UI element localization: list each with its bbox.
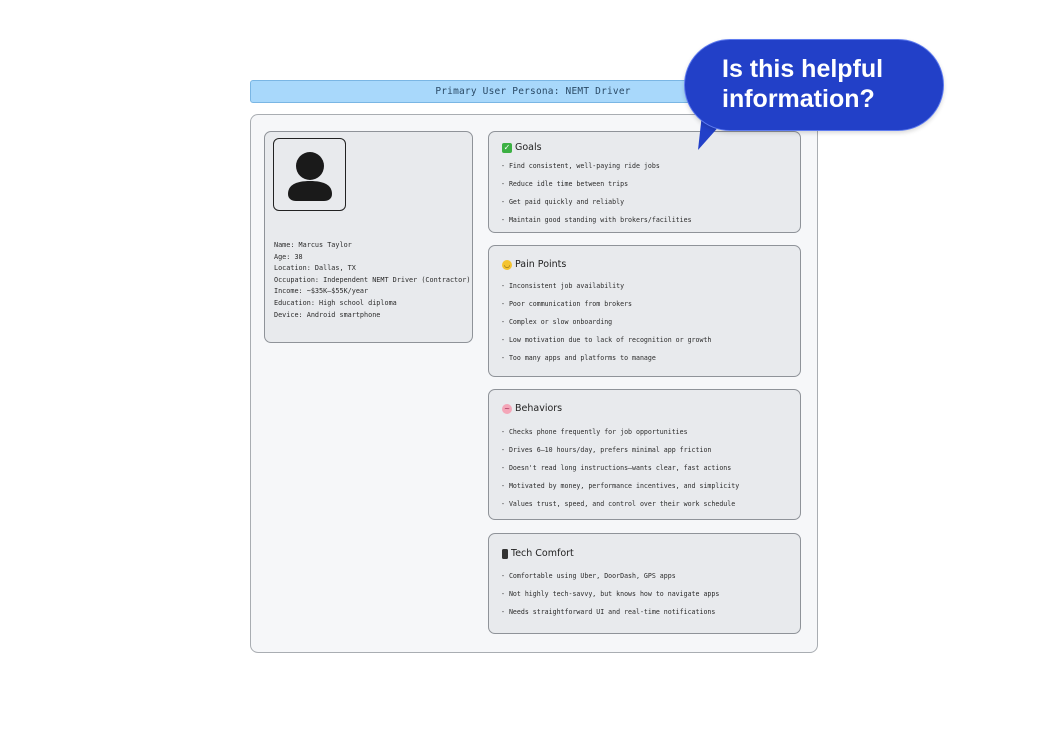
list-item: - Drives 6–10 hours/day, prefers minimal… (501, 446, 712, 454)
goals-heading: ✓ Goals (502, 142, 542, 153)
pain-points-heading: ◡ Pain Points (502, 259, 566, 270)
pain-points-title: Pain Points (515, 259, 567, 270)
list-item: - Find consistent, well-paying ride jobs (501, 162, 660, 170)
list-item: - Low motivation due to lack of recognit… (501, 336, 712, 344)
goals-section: ✓ Goals - Find consistent, well-paying r… (488, 131, 801, 233)
persona-title: Primary User Persona: NEMT Driver (435, 86, 631, 97)
list-item: - Needs straightforward UI and real-time… (501, 608, 716, 616)
list-item: - Comfortable using Uber, DoorDash, GPS … (501, 572, 676, 580)
list-item: - Values trust, speed, and control over … (501, 500, 736, 508)
tech-comfort-section: Tech Comfort - Comfortable using Uber, D… (488, 533, 801, 634)
list-item: - Doesn't read long instructions—wants c… (501, 464, 732, 472)
pain-points-list: - Inconsistent job availability - Poor c… (501, 281, 711, 371)
list-item: - Get paid quickly and reliably (501, 198, 625, 206)
profile-education: Education: High school diploma (274, 298, 397, 307)
list-item: - Reduce idle time between trips (501, 180, 629, 188)
profile-device: Device: Android smartphone (274, 310, 381, 319)
goals-title: Goals (515, 142, 542, 153)
profile-location: Location: Dallas, TX (274, 264, 356, 273)
profile-name: Name: Marcus Taylor (274, 241, 352, 249)
behaviors-list: - Checks phone frequently for job opport… (501, 427, 739, 517)
weary-face-icon: ◡ (502, 259, 512, 270)
list-item: - Maintain good standing with brokers/fa… (501, 216, 692, 224)
list-item: - Checks phone frequently for job opport… (501, 428, 688, 436)
tech-comfort-heading: Tech Comfort (502, 548, 574, 559)
profile-age: Age: 38 (274, 252, 303, 261)
list-item: - Poor communication from brokers (501, 300, 633, 308)
list-item: - Complex or slow onboarding (501, 318, 613, 326)
profile-occupation: Occupation: Independent NEMT Driver (Con… (274, 275, 471, 284)
profile-details: Name: Marcus Taylor Age: 38 Location: Da… (274, 240, 470, 321)
mobile-phone-icon (502, 548, 508, 559)
user-silhouette-icon (273, 138, 346, 211)
list-item: - Not highly tech-savvy, but knows how t… (501, 590, 720, 598)
feedback-bubble[interactable]: Is this helpful information? (684, 39, 944, 131)
behaviors-section: ~ Behaviors - Checks phone frequently fo… (488, 389, 801, 520)
tech-comfort-list: - Comfortable using Uber, DoorDash, GPS … (501, 571, 719, 625)
check-mark-icon: ✓ (502, 142, 512, 153)
profile-income: Income: ~$35K–$55K/year (274, 287, 369, 296)
profile-card: Name: Marcus Taylor Age: 38 Location: Da… (264, 131, 473, 343)
list-item: - Motivated by money, performance incent… (501, 482, 740, 490)
feedback-question: Is this helpful information? (722, 55, 884, 113)
behaviors-heading: ~ Behaviors (502, 403, 562, 414)
goals-list: - Find consistent, well-paying ride jobs… (501, 161, 692, 233)
brain-icon: ~ (502, 403, 512, 414)
behaviors-title: Behaviors (515, 403, 563, 414)
list-item: - Too many apps and platforms to manage (501, 354, 656, 362)
list-item: - Inconsistent job availability (501, 282, 625, 290)
pain-points-section: ◡ Pain Points - Inconsistent job availab… (488, 245, 801, 377)
tech-comfort-title: Tech Comfort (511, 548, 574, 559)
